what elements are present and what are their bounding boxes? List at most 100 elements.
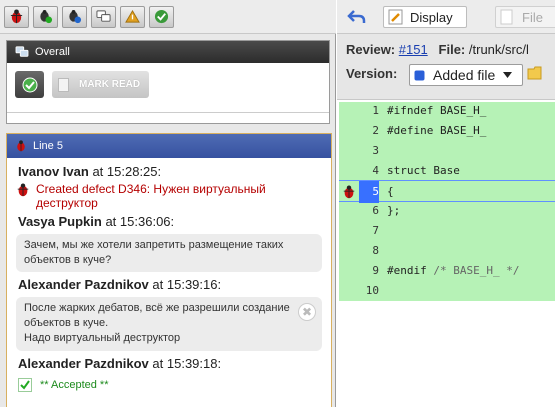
code-comment: /* BASE_H_ */ (433, 264, 520, 277)
version-row: Version: (346, 66, 397, 81)
author-name: Ivanov Ivan (18, 164, 89, 179)
code-line[interactable]: 2 #define BASE_H_ (339, 120, 555, 142)
line-number: 6 (372, 204, 379, 217)
code-line[interactable]: 6}; (339, 200, 555, 222)
line-number: 9 (372, 264, 379, 277)
toolbar-defect-resolved-button[interactable] (33, 5, 58, 28)
code-gutter (339, 120, 359, 142)
code-line[interactable]: 1 #ifndef BASE_H_ (339, 100, 555, 122)
at-label: at (105, 214, 117, 229)
tab-display[interactable]: Display (383, 6, 467, 28)
bug-icon (343, 185, 355, 199)
at-label: at (92, 164, 104, 179)
overall-body: MARK READ (7, 63, 329, 113)
code-gutter (339, 240, 359, 262)
at-label: at (152, 356, 164, 371)
code-text: struct Base (387, 160, 460, 182)
message-author: Alexander Pazdnikov at 15:39:16: (7, 275, 331, 295)
code-gutter (339, 260, 359, 282)
overall-header: Overall (7, 41, 329, 63)
file-label: File: (438, 42, 466, 57)
code-line[interactable]: 10 (339, 280, 555, 302)
code-content: #endif (387, 264, 427, 277)
line-number: 1 (372, 104, 379, 117)
tab-file[interactable]: File (495, 6, 555, 28)
code-line[interactable]: 5{ (339, 180, 555, 203)
code-text: #ifndef BASE_H_ (387, 100, 486, 122)
code-line[interactable]: 4 struct Base (339, 160, 555, 182)
message-author: Alexander Pazdnikov at 15:39:18: (7, 354, 331, 374)
toolbar-comments-button[interactable] (91, 5, 116, 28)
review-panel: Overall MARK READ Line 5 Ivanov Ivan at … (0, 0, 336, 407)
chevron-down-icon (503, 72, 513, 78)
code-text: #define BASE_H_ (387, 120, 486, 142)
review-info: Review: #151 File: /trunk/src/l Version:… (337, 34, 555, 100)
mark-read-label: MARK READ (79, 79, 141, 90)
document-icon (58, 77, 69, 92)
code-line[interactable]: 8 (339, 240, 555, 262)
author-name: Alexander Pazdnikov (18, 356, 149, 371)
message-bubble: После жарких дебатов, всё же разрешили с… (16, 297, 322, 351)
message-time: 15:39:16: (166, 277, 222, 292)
bug-icon (17, 140, 25, 152)
toolbar-defect-button[interactable] (4, 5, 29, 28)
line-number: 10 (365, 284, 379, 297)
toolbar-accept-button[interactable] (149, 5, 174, 28)
tab-display-label: Display (410, 9, 453, 25)
bug-icon (10, 9, 23, 24)
checkmark-icon (18, 378, 32, 392)
author-name: Vasya Pupkin (18, 214, 102, 229)
code-listing: 1 #ifndef BASE_H_ 2 #define BASE_H_ 3 4 struct… (337, 102, 555, 407)
delete-message-button[interactable]: ✖ (298, 303, 316, 321)
code-line[interactable]: 7 (339, 220, 555, 242)
code-gutter (339, 200, 359, 222)
comments-icon (96, 10, 111, 22)
file-icon (500, 9, 513, 25)
comments-icon (15, 46, 29, 57)
code-content: struct Base (387, 164, 460, 177)
toolbar-defect-add-button[interactable] (62, 5, 87, 28)
review-row: Review: #151 File: /trunk/src/l (346, 42, 529, 57)
message-bubble: Зачем, мы же хотели запретить размещение… (16, 234, 322, 272)
code-view-pane: Display File Review: #151 File: /trunk/s… (337, 0, 555, 407)
bug-icon (17, 183, 29, 197)
mark-read-button[interactable]: MARK READ (52, 71, 149, 98)
code-content: { (387, 185, 394, 198)
blue-square-icon (414, 70, 425, 80)
version-select[interactable]: Added file (409, 64, 523, 86)
line-number: 7 (372, 224, 379, 237)
bug-green-icon (40, 9, 53, 24)
message-time: 15:39:18: (166, 356, 222, 371)
message-body: После жарких дебатов, всё же разрешили с… (24, 302, 290, 329)
message-body: Зачем, мы же хотели запретить размещение… (24, 239, 284, 266)
accept-button[interactable] (15, 71, 44, 98)
overall-title: Overall (35, 46, 70, 58)
code-gutter (339, 220, 359, 242)
back-arrow-icon[interactable] (347, 8, 367, 26)
accepted-message: ** Accepted ** (7, 376, 331, 394)
review-link[interactable]: #151 (399, 42, 428, 57)
code-line[interactable]: 3 (339, 140, 555, 162)
code-content: #define BASE_H_ (387, 124, 487, 137)
message-author: Ivanov Ivan at 15:28:25: (7, 162, 331, 182)
code-content: #ifndef BASE_H_ (387, 104, 487, 117)
code-gutter (339, 280, 359, 302)
folder-icon[interactable] (527, 64, 545, 82)
at-label: at (152, 277, 164, 292)
code-gutter (339, 160, 359, 182)
close-icon: ✖ (301, 304, 313, 319)
code-line[interactable]: 9 #endif /* BASE_H_ */ (339, 260, 555, 282)
view-tabs: Display File (337, 0, 555, 34)
line-number: 2 (372, 124, 379, 137)
defect-text: Created defect D346: Нужен виртуальный д… (36, 182, 266, 210)
code-content: }; (387, 204, 401, 217)
author-name: Alexander Pazdnikov (18, 277, 149, 292)
message-time: 15:28:25: (106, 164, 162, 179)
line-number: 4 (372, 164, 379, 177)
toolbar-warning-button[interactable] (120, 5, 145, 28)
overall-panel: Overall MARK READ (6, 40, 330, 124)
line-panel-title: Line 5 (33, 140, 63, 152)
accepted-text: ** Accepted ** (40, 379, 109, 391)
warning-icon (125, 9, 140, 23)
file-path: /trunk/src/l (468, 42, 529, 57)
